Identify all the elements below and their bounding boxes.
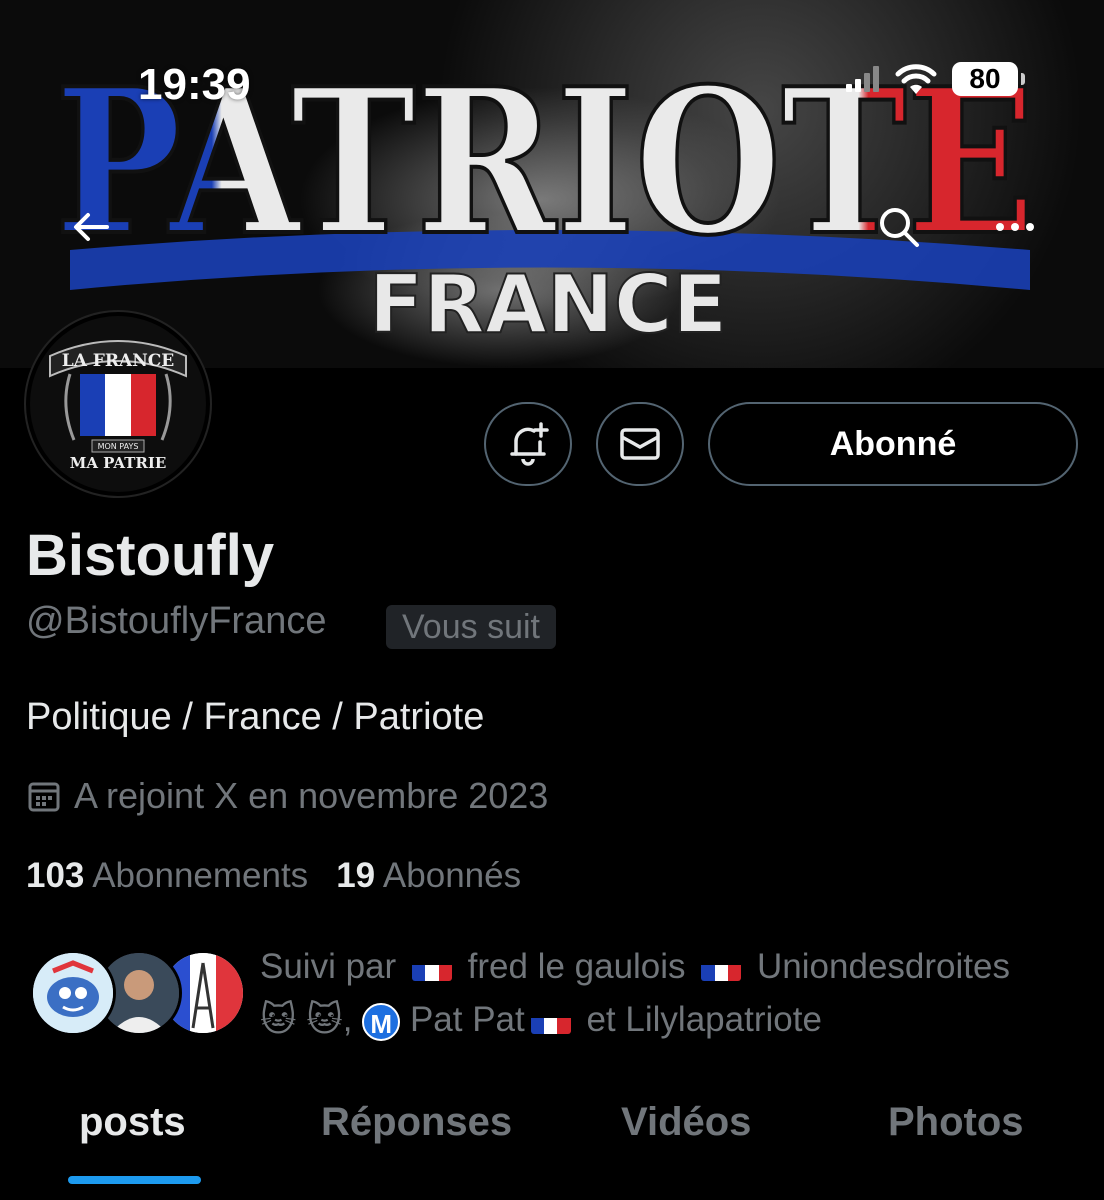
cartoon-avatar [33,953,113,1033]
avatar-artwork: LA FRANCE MON PAYS MA PATRIE [30,316,206,492]
cat-emoji-icon: 🐱 [306,1000,343,1039]
bell-plus-icon [510,422,549,466]
status-icons: 80 [846,62,1025,96]
banner-artwork: PATRIOTE FRANCE [53,43,1037,352]
follow-stats: 103 Abonnements 19 Abonnés [26,856,521,896]
french-flag-icon [530,1007,571,1034]
user-handle: @BistouflyFrance [26,600,327,642]
follower-name-4: Lilylapatriote [625,1000,822,1039]
french-flag-icon [411,954,452,981]
tab-posts[interactable]: posts [79,1100,186,1145]
follower-name-1: fred le gaulois [467,947,686,986]
search-button[interactable] [868,196,930,258]
calendar-icon [28,782,60,812]
back-arrow-icon [74,213,109,241]
envelope-icon [620,428,660,460]
following-label: Abonnements [92,856,309,895]
notify-button[interactable] [484,402,572,486]
following-link[interactable]: 103 Abonnements [26,856,308,895]
banner-subtitle: FRANCE [369,258,727,351]
profile-banner: PATRIOTE FRANCE [0,0,1104,368]
following-count: 103 [26,856,85,895]
tab-replies[interactable]: Réponses [321,1100,512,1145]
more-button[interactable] [984,196,1046,258]
followed-by-conjunction: et [586,1000,616,1039]
followers-count: 19 [336,856,376,895]
metro-badge-icon: M [362,1003,401,1041]
joined-text: A rejoint X en novembre 2023 [74,775,549,816]
follower-name-2: Uniondesdroites [757,947,1010,986]
profile-bio: Politique / France / Patriote [26,696,485,738]
followers-label: Abonnés [382,856,522,895]
active-tab-indicator [68,1176,201,1184]
signal-icon [846,66,879,92]
cat-emoji-icon: 🐱 [260,1000,297,1039]
back-button[interactable] [60,196,122,258]
more-dots-icon [996,223,1034,231]
followed-by-prefix: Suivi par [260,947,397,986]
follower-avatar-1[interactable] [30,950,116,1036]
followed-by-text[interactable]: Suivi par fred le gaulois Uniondesdroite… [260,940,1080,1046]
avatar-text-mid: MON PAYS [98,442,139,451]
status-time: 19:39 [138,60,251,109]
french-flag-icon [701,954,742,981]
display-name: Bistoufly [26,523,275,588]
tab-videos[interactable]: Vidéos [621,1100,751,1145]
avatar-text-top: LA FRANCE [62,351,175,371]
search-icon [880,208,919,247]
profile-tabs: posts Réponses Vidéos Photos [0,1090,1104,1200]
follower-name-3: Pat Pat [409,1000,525,1039]
followers-link[interactable]: 19 Abonnés [336,856,521,895]
profile-avatar[interactable]: LA FRANCE MON PAYS MA PATRIE [26,312,210,496]
following-button[interactable]: Abonné [708,402,1078,486]
joined-date: A rejoint X en novembre 2023 [26,775,548,817]
avatar-text-bottom: MA PATRIE [70,454,167,472]
tab-photos[interactable]: Photos [888,1100,1024,1145]
follows-you-badge: Vous suit [386,605,556,649]
battery-indicator: 80 [952,62,1025,96]
separator-comma: , [342,1000,353,1039]
message-button[interactable] [596,402,684,486]
wifi-icon [895,64,937,94]
